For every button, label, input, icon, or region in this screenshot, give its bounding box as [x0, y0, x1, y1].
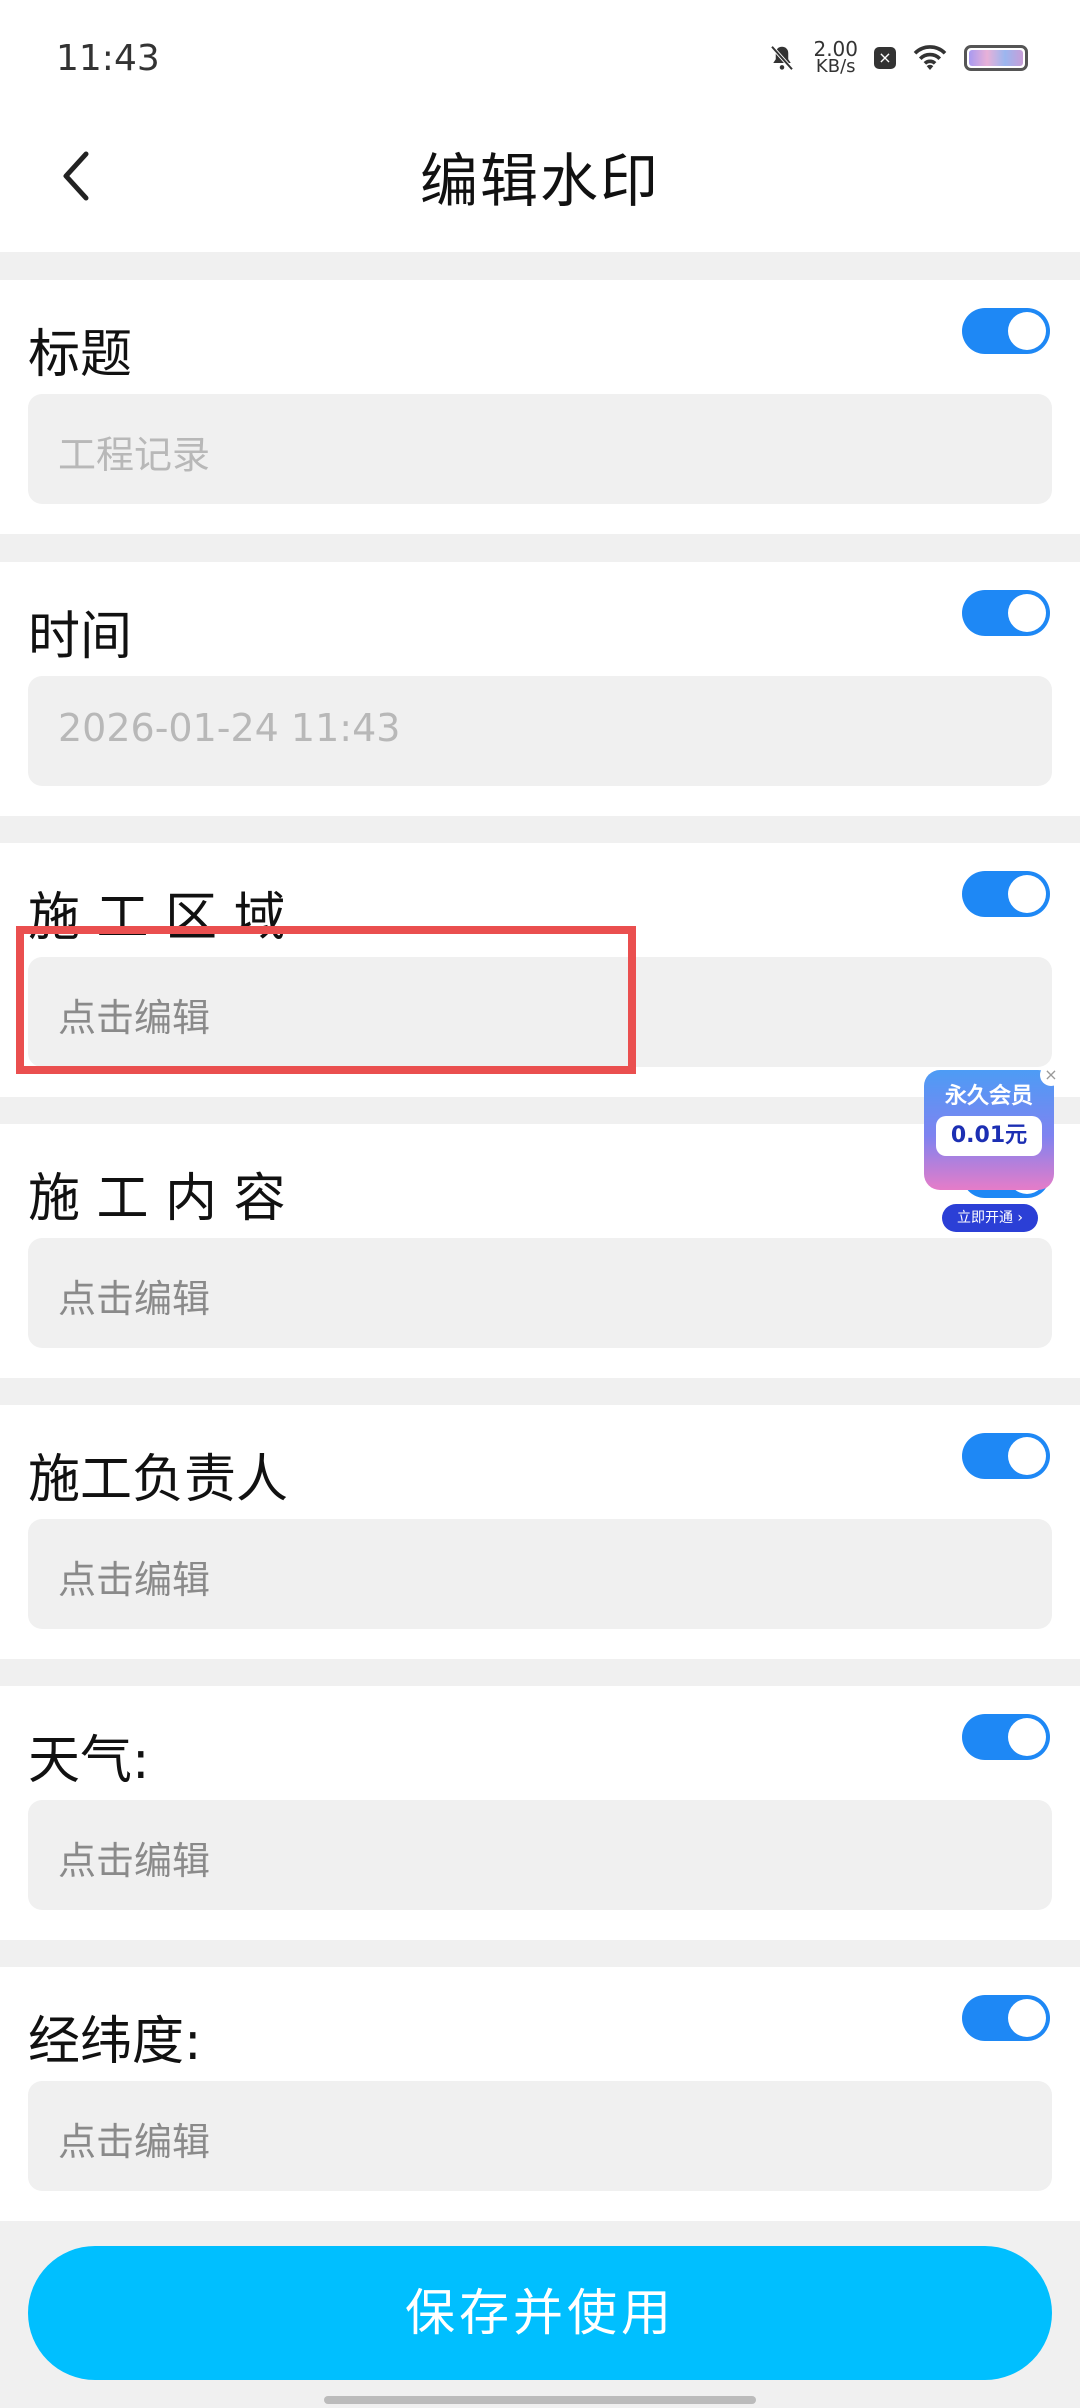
field-input[interactable]: 点击编辑 — [28, 1800, 1052, 1910]
app-header: 编辑水印 — [0, 120, 1080, 252]
mute-bell-icon — [771, 45, 794, 71]
watermark-field-construction-content: 施 工 内 容 点击编辑 — [0, 1124, 1080, 1378]
promo-close-icon[interactable]: × — [1040, 1064, 1062, 1086]
home-indicator[interactable] — [324, 2396, 756, 2404]
watermark-field-weather: 天气: 点击编辑 — [0, 1686, 1080, 1940]
field-toggle[interactable] — [962, 1995, 1050, 2041]
field-input[interactable]: 点击编辑 — [28, 1519, 1052, 1629]
promo-activate-button[interactable]: 立即开通 › — [942, 1204, 1038, 1232]
field-label: 施 工 内 容 — [28, 1169, 286, 1229]
watermark-field-coordinates: 经纬度: 点击编辑 — [0, 1967, 1080, 2221]
field-placeholder: 点击编辑 — [58, 2120, 211, 2164]
vip-promo-badge[interactable]: 永久会员 0.01元 × 立即开通 › — [924, 1064, 1062, 1235]
page-title: 编辑水印 — [419, 147, 660, 215]
highlight-box — [16, 926, 636, 1074]
field-input[interactable]: 2026-01-24 11:43 — [28, 676, 1052, 786]
field-label: 标题 — [28, 325, 133, 385]
promo-price: 0.01元 — [936, 1116, 1042, 1156]
field-label: 天气: — [28, 1731, 150, 1791]
watermark-field-time: 时间 2026-01-24 11:43 — [0, 562, 1080, 816]
field-placeholder: 点击编辑 — [58, 1277, 211, 1321]
field-input[interactable]: 工程记录 — [28, 394, 1052, 504]
watermark-field-supervisor: 施工负责人 点击编辑 — [0, 1405, 1080, 1659]
network-speed: 2.00 KB/s — [813, 39, 858, 77]
field-toggle[interactable] — [962, 308, 1050, 354]
status-bar: 11:43 2.00 KB/s × — [0, 0, 1080, 120]
field-placeholder: 点击编辑 — [58, 1839, 211, 1883]
status-time: 11:43 — [56, 38, 160, 79]
field-toggle[interactable] — [962, 590, 1050, 636]
watermark-field-title: 标题 工程记录 — [0, 280, 1080, 534]
notification-x-icon: × — [874, 47, 896, 69]
field-toggle[interactable] — [962, 871, 1050, 917]
field-label: 经纬度: — [28, 2012, 202, 2072]
wifi-icon — [913, 45, 947, 70]
field-label: 时间 — [28, 607, 133, 667]
promo-card[interactable]: 永久会员 0.01元 — [924, 1070, 1054, 1190]
field-placeholder: 2026-01-24 11:43 — [58, 706, 401, 750]
field-input[interactable]: 点击编辑 — [28, 1238, 1052, 1348]
field-label: 施工负责人 — [28, 1450, 289, 1510]
network-speed-unit: KB/s — [815, 56, 856, 77]
field-toggle[interactable] — [962, 1433, 1050, 1479]
field-input[interactable]: 点击编辑 — [28, 2081, 1052, 2191]
battery-icon — [964, 45, 1028, 71]
field-placeholder: 工程记录 — [58, 433, 211, 477]
status-icons: 2.00 KB/s × — [767, 39, 1028, 77]
promo-title: 永久会员 — [944, 1084, 1033, 1109]
save-and-use-button[interactable]: 保存并使用 — [28, 2246, 1052, 2380]
field-toggle[interactable] — [962, 1714, 1050, 1760]
field-placeholder: 点击编辑 — [58, 1558, 211, 1602]
